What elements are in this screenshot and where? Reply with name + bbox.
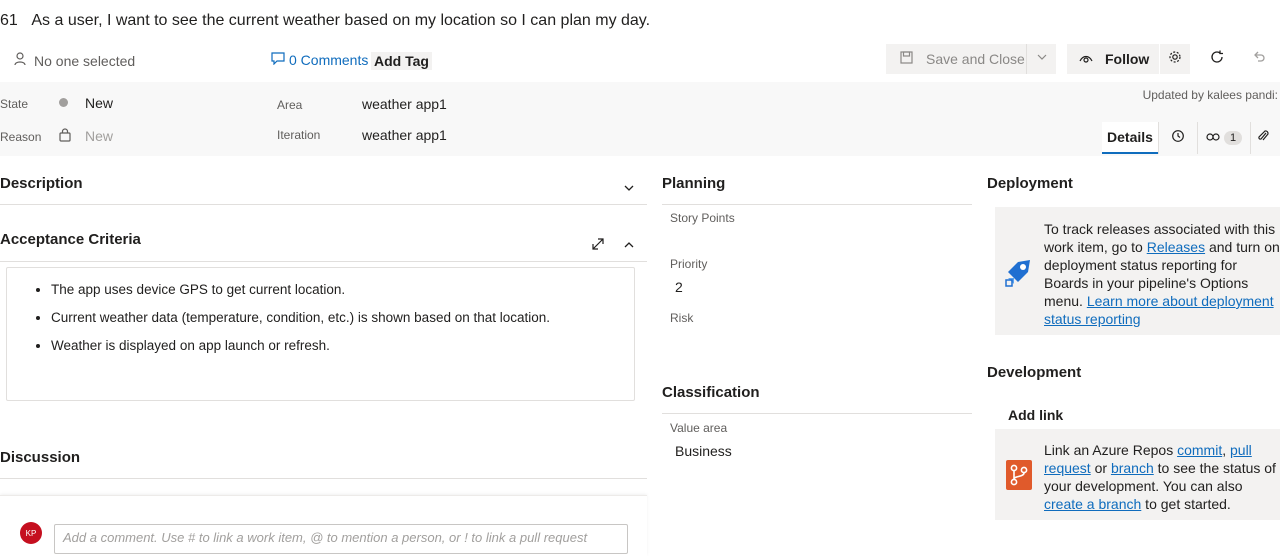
releases-link[interactable]: Releases: [1147, 239, 1205, 255]
refresh-button[interactable]: [1204, 44, 1230, 74]
story-points-field[interactable]: [670, 229, 960, 251]
comment-input[interactable]: Add a comment. Use # to link a work item…: [54, 524, 628, 554]
section-divider: [0, 478, 647, 479]
section-divider: [662, 413, 972, 414]
deployment-info-text: To track releases associated with this w…: [1044, 221, 1280, 327]
list-item: The app uses device GPS to get current l…: [51, 282, 634, 297]
tab-history[interactable]: [1158, 122, 1197, 154]
person-icon: [14, 52, 26, 69]
comments-link[interactable]: 0 Comments: [271, 52, 368, 68]
expand-icon[interactable]: [591, 237, 605, 256]
value-area-field[interactable]: Business: [675, 443, 732, 459]
acceptance-criteria-list: The app uses device GPS to get current l…: [7, 282, 634, 353]
create-branch-link[interactable]: create a branch: [1044, 496, 1141, 512]
tab-attachments[interactable]: [1250, 122, 1275, 154]
priority-field[interactable]: 2: [675, 279, 683, 295]
link-icon: [1206, 129, 1220, 147]
deployment-title: Deployment: [987, 175, 1073, 192]
undo-icon: [1252, 50, 1266, 69]
comment-icon: [271, 52, 285, 68]
iteration-label: Iteration: [277, 128, 321, 142]
discussion-title: Discussion: [0, 449, 81, 466]
priority-label: Priority: [670, 257, 708, 271]
classification-title: Classification: [662, 384, 760, 401]
description-title: Description: [0, 175, 83, 192]
add-tag-button[interactable]: Add Tag: [371, 52, 432, 70]
section-divider: [0, 204, 647, 205]
work-item-title-row: 61 As a user, I want to see the current …: [0, 12, 650, 30]
rocket-icon: [1004, 256, 1034, 293]
history-icon: [1171, 129, 1185, 148]
state-field[interactable]: New: [85, 95, 113, 111]
follow-label: Follow: [1105, 51, 1150, 67]
work-item-header: [0, 82, 1280, 156]
eye-icon: [1067, 51, 1105, 67]
links-count-badge: 1: [1223, 131, 1243, 145]
branch-link[interactable]: branch: [1111, 460, 1154, 476]
avatar: KP: [20, 522, 42, 544]
settings-button[interactable]: [1160, 44, 1190, 74]
risk-field[interactable]: [670, 329, 960, 351]
development-title: Development: [987, 364, 1082, 381]
paperclip-icon: [1257, 129, 1269, 148]
assignee-label: No one selected: [34, 52, 136, 69]
acceptance-criteria-title: Acceptance Criteria: [0, 231, 141, 248]
development-info-text: Link an Azure Repos commit, pull request…: [1044, 442, 1276, 512]
comments-label: 0 Comments: [289, 52, 369, 68]
iteration-field[interactable]: weather app1: [362, 127, 447, 143]
save-and-close-button[interactable]: Save and Close: [886, 44, 1056, 74]
gear-icon: [1168, 50, 1182, 69]
list-item: Weather is displayed on app launch or re…: [51, 338, 634, 353]
work-item-title[interactable]: As a user, I want to see the current wea…: [31, 12, 650, 29]
section-divider: [0, 261, 647, 262]
work-item-id: 61: [0, 12, 18, 29]
tab-details[interactable]: Details: [1102, 122, 1158, 154]
value-area-label: Value area: [670, 421, 728, 435]
updated-by: Updated by kalees pandi:: [1142, 88, 1278, 102]
lock-icon: [58, 128, 72, 147]
assignee-picker[interactable]: No one selected: [14, 52, 135, 69]
area-label: Area: [277, 98, 303, 112]
list-item: Current weather data (temperature, condi…: [51, 310, 634, 325]
tab-links[interactable]: 1: [1197, 122, 1250, 154]
story-points-label: Story Points: [670, 211, 735, 225]
refresh-icon: [1210, 50, 1224, 69]
chevron-down-icon[interactable]: [623, 181, 635, 199]
planning-title: Planning: [662, 175, 726, 192]
risk-label: Risk: [670, 311, 694, 325]
commit-link[interactable]: commit: [1177, 442, 1222, 458]
reason-label: Reason: [0, 130, 42, 144]
area-field[interactable]: weather app1: [362, 96, 447, 112]
undo-button[interactable]: [1246, 44, 1272, 74]
section-divider: [662, 204, 972, 205]
state-dot-icon: [59, 98, 68, 107]
save-icon: [886, 51, 926, 67]
follow-button[interactable]: Follow: [1067, 44, 1159, 74]
tab-bar: Details 1: [1102, 122, 1275, 154]
save-label: Save and Close: [926, 51, 1025, 67]
add-link-button[interactable]: Add link: [1008, 407, 1063, 423]
chevron-up-icon[interactable]: [623, 238, 635, 256]
chevron-down-icon[interactable]: [1027, 50, 1056, 66]
reason-field[interactable]: New: [85, 128, 113, 144]
state-label: State: [0, 97, 29, 111]
branch-icon: [1006, 460, 1032, 495]
acceptance-criteria-editor[interactable]: The app uses device GPS to get current l…: [6, 267, 635, 401]
